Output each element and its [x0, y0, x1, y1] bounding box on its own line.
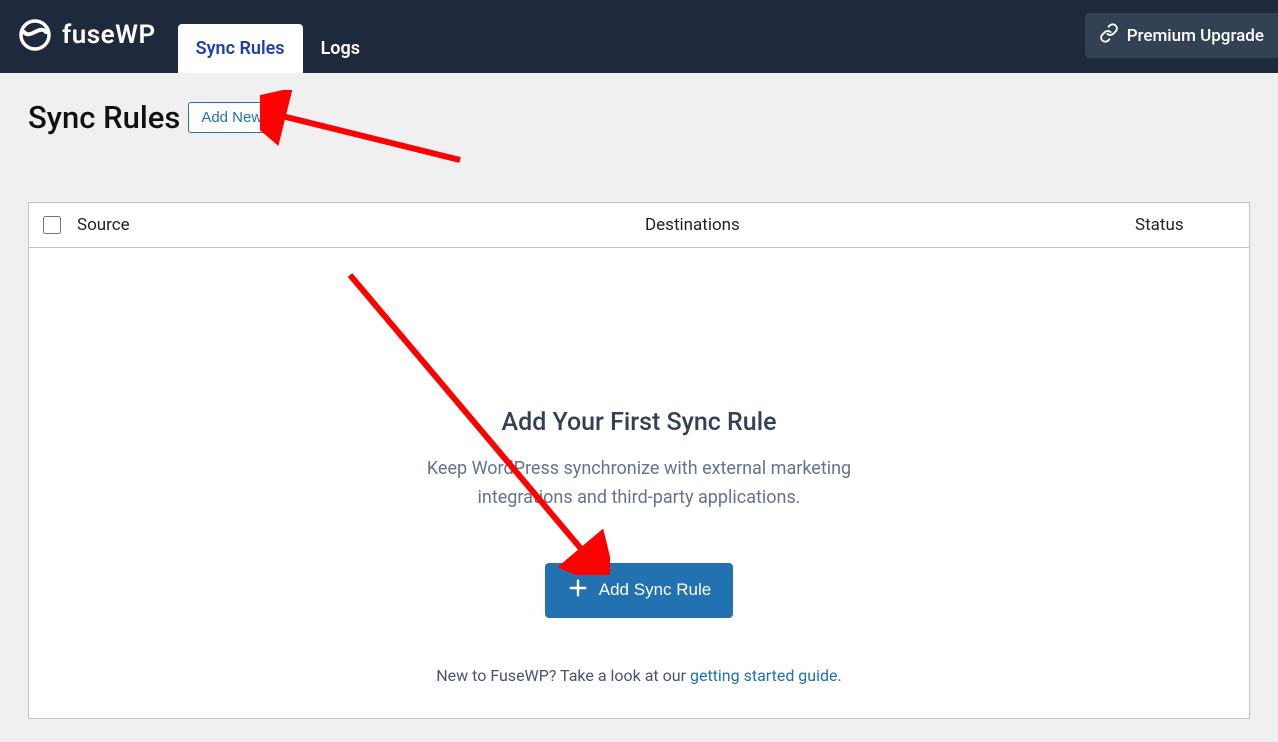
empty-state: Add Your First Sync Rule Keep WordPress …: [29, 248, 1249, 718]
brand: fuseWP: [18, 0, 156, 73]
empty-subtitle: Keep WordPress synchronize with external…: [379, 455, 899, 513]
add-sync-rule-button[interactable]: Add Sync Rule: [545, 563, 733, 618]
tab-logs[interactable]: Logs: [303, 24, 378, 73]
topbar: fuseWP Sync Rules Logs Premium Upgrade: [0, 0, 1278, 73]
rules-table: Source Destinations Status Add Your Firs…: [28, 202, 1250, 719]
empty-footer-note: New to FuseWP? Take a look at our gettin…: [29, 666, 1249, 685]
note-prefix: New to FuseWP? Take a look at our: [436, 666, 690, 685]
column-source[interactable]: Source: [77, 215, 617, 235]
plus-icon: [567, 577, 589, 604]
tab-sync-rules[interactable]: Sync Rules: [178, 24, 303, 73]
page-heading-row: Sync Rules Add New: [0, 73, 1278, 146]
column-destinations[interactable]: Destinations: [617, 215, 1135, 235]
column-status[interactable]: Status: [1135, 215, 1235, 235]
brand-name: fuseWP: [62, 20, 156, 50]
table-header-row: Source Destinations Status: [29, 203, 1249, 248]
getting-started-link[interactable]: getting started guide: [690, 666, 838, 685]
add-new-button[interactable]: Add New: [188, 102, 275, 133]
brand-logo-icon: [18, 18, 52, 52]
premium-upgrade-button[interactable]: Premium Upgrade: [1085, 13, 1278, 58]
add-sync-rule-label: Add Sync Rule: [599, 580, 711, 600]
link-icon: [1099, 23, 1119, 48]
select-all-checkbox[interactable]: [43, 216, 61, 234]
note-suffix: .: [838, 666, 842, 685]
page-title: Sync Rules: [28, 99, 180, 136]
empty-title: Add Your First Sync Rule: [29, 408, 1249, 437]
tab-bar: Sync Rules Logs: [178, 0, 378, 73]
select-all-cell: [43, 216, 77, 234]
premium-upgrade-label: Premium Upgrade: [1127, 26, 1264, 46]
